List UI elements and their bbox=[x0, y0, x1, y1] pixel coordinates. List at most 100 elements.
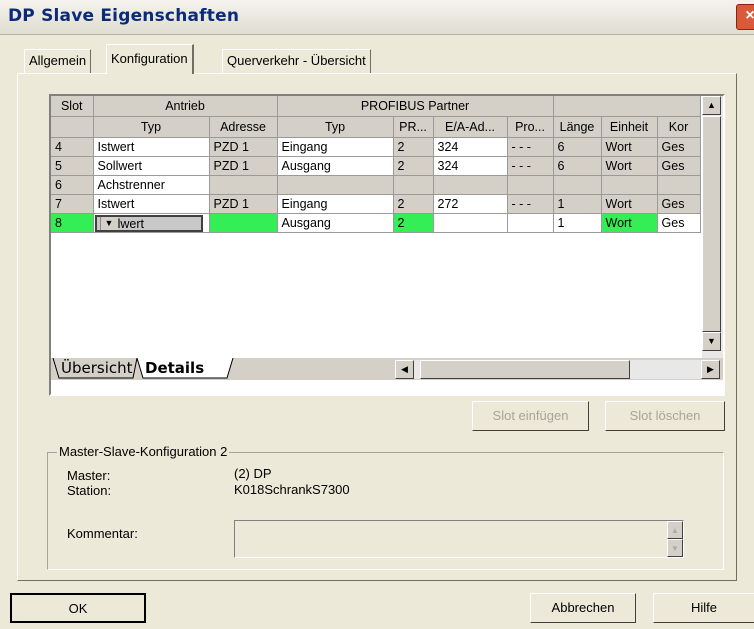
cell-typ[interactable]: Sollwert ▼ bbox=[93, 213, 210, 233]
cell-pro[interactable]: - - - bbox=[507, 194, 554, 214]
cell-einheit bbox=[601, 175, 658, 195]
col-header: Typ bbox=[93, 116, 210, 138]
cell-einheit[interactable]: Wort bbox=[601, 194, 658, 214]
cell-pr[interactable]: 2 bbox=[393, 194, 434, 214]
scroll-right-icon[interactable]: ▶ bbox=[701, 360, 720, 379]
col-header: PR... bbox=[393, 116, 434, 138]
cell-einheit[interactable]: Wort bbox=[601, 213, 658, 233]
cell-laenge[interactable]: 6 bbox=[553, 137, 602, 157]
master-label: Master: bbox=[67, 468, 111, 483]
cell-ea-adresse[interactable]: 324 bbox=[433, 156, 508, 176]
cancel-button[interactable]: Abbrechen bbox=[530, 593, 636, 623]
title-bar: DP Slave Eigenschaften × bbox=[0, 0, 754, 35]
slot-delete-button[interactable]: Slot löschen bbox=[605, 401, 725, 431]
col-header-antrieb: Antrieb bbox=[93, 96, 278, 117]
horizontal-scrollbar[interactable]: ◀ ▶ bbox=[395, 360, 720, 379]
table-row[interactable]: 5 Sollwert PZD 1 Ausgang 2 324 - - - 6 W… bbox=[51, 156, 701, 176]
sheet-tab-uebersicht[interactable]: Übersicht bbox=[61, 358, 133, 378]
group-title: Master-Slave-Konfiguration 2 bbox=[57, 444, 230, 459]
cell-slot: 8 bbox=[51, 213, 94, 233]
vertical-scrollbar[interactable]: ▲ ▼ bbox=[702, 96, 723, 358]
cell-pr[interactable]: 2 bbox=[393, 213, 434, 233]
scroll-down-icon[interactable]: ▼ bbox=[702, 332, 721, 351]
slot-insert-button[interactable]: Slot einfügen bbox=[472, 401, 589, 431]
cell-ea-adresse bbox=[433, 175, 508, 195]
cell-pr[interactable]: 2 bbox=[393, 156, 434, 176]
cell-typ[interactable]: Sollwert bbox=[93, 156, 210, 176]
master-value: (2) DP bbox=[234, 466, 272, 481]
cell-pro[interactable]: - - - bbox=[507, 137, 554, 157]
comment-field[interactable]: ▲ ▼ bbox=[234, 520, 684, 558]
cell-ea-adresse[interactable]: 272 bbox=[433, 194, 508, 214]
tab-konfiguration[interactable]: Konfiguration bbox=[106, 44, 194, 74]
cell-slot: 6 bbox=[51, 175, 94, 195]
cell-partner-typ[interactable]: Ausgang bbox=[277, 213, 394, 233]
col-header: Typ bbox=[277, 116, 394, 138]
cell-adresse[interactable]: PZD 1 bbox=[209, 137, 278, 157]
cell-typ[interactable]: Istwert bbox=[93, 137, 210, 157]
col-header-slot: Slot bbox=[51, 96, 94, 117]
window-title: DP Slave Eigenschaften bbox=[8, 6, 240, 26]
col-header-profibus: PROFIBUS Partner bbox=[277, 96, 554, 117]
cell-pro[interactable] bbox=[507, 213, 554, 233]
comment-scroll-down-icon[interactable]: ▼ bbox=[667, 539, 683, 557]
ok-button[interactable]: OK bbox=[10, 593, 146, 623]
comment-scroll-up-icon[interactable]: ▲ bbox=[667, 521, 683, 539]
cell-slot: 4 bbox=[51, 137, 94, 157]
cell-partner-typ[interactable]: Eingang bbox=[277, 137, 394, 157]
scroll-thumb[interactable] bbox=[702, 116, 721, 332]
sheet-tab-details[interactable]: Details bbox=[145, 358, 204, 378]
table-row[interactable]: 7 Istwert PZD 1 Eingang 2 272 - - - 1 Wo… bbox=[51, 194, 701, 214]
cell-einheit[interactable]: Wort bbox=[601, 156, 658, 176]
tab-querverkehr[interactable]: Querverkehr - Übersicht bbox=[222, 49, 371, 73]
chevron-down-icon[interactable]: ▼ bbox=[99, 216, 118, 230]
cell-pro bbox=[507, 175, 554, 195]
cell-kor[interactable]: Ges bbox=[657, 194, 701, 214]
typ-combobox[interactable]: Sollwert ▼ bbox=[94, 214, 203, 232]
cell-kor bbox=[657, 175, 701, 195]
table-row-selected[interactable]: 8 Sollwert ▼ Ausgang 2 1 Wort Ges bbox=[51, 213, 701, 233]
cell-pro[interactable]: - - - bbox=[507, 156, 554, 176]
cell-pr bbox=[393, 175, 434, 195]
header-row-2: Typ Adresse Typ PR... E/A-Ad... Pro... L… bbox=[51, 116, 701, 138]
cell-partner-typ bbox=[277, 175, 394, 195]
col-header: Adresse bbox=[209, 116, 278, 138]
slot-table: Slot Antrieb PROFIBUS Partner Typ Adress… bbox=[51, 96, 701, 233]
cell-adresse[interactable]: PZD 1 bbox=[209, 194, 278, 214]
close-button[interactable]: × bbox=[736, 4, 754, 30]
col-header: Pro... bbox=[507, 116, 554, 138]
cell-partner-typ[interactable]: Ausgang bbox=[277, 156, 394, 176]
station-value: K018SchrankS7300 bbox=[234, 482, 350, 497]
cell-slot: 5 bbox=[51, 156, 94, 176]
cell-typ[interactable]: Achstrenner bbox=[93, 175, 210, 195]
tab-allgemein[interactable]: Allgemein bbox=[24, 49, 92, 73]
cell-typ[interactable]: Istwert bbox=[93, 194, 210, 214]
cell-laenge bbox=[553, 175, 602, 195]
cell-slot: 7 bbox=[51, 194, 94, 214]
header-row-1: Slot Antrieb PROFIBUS Partner bbox=[51, 96, 701, 117]
cell-pr[interactable]: 2 bbox=[393, 137, 434, 157]
col-header: Kor bbox=[657, 116, 701, 138]
cell-einheit[interactable]: Wort bbox=[601, 137, 658, 157]
table-row[interactable]: 4 Istwert PZD 1 Eingang 2 324 - - - 6 Wo… bbox=[51, 137, 701, 157]
slot-grid: Slot Antrieb PROFIBUS Partner Typ Adress… bbox=[49, 94, 725, 396]
cell-laenge[interactable]: 1 bbox=[553, 213, 602, 233]
cell-laenge[interactable]: 1 bbox=[553, 194, 602, 214]
cell-partner-typ[interactable]: Eingang bbox=[277, 194, 394, 214]
cell-adresse[interactable]: PZD 1 bbox=[209, 156, 278, 176]
cell-adresse bbox=[209, 175, 278, 195]
scroll-left-icon[interactable]: ◀ bbox=[395, 360, 414, 379]
scroll-up-icon[interactable]: ▲ bbox=[702, 96, 721, 115]
scroll-thumb-horizontal[interactable] bbox=[420, 360, 630, 379]
cell-ea-adresse[interactable]: 324 bbox=[433, 137, 508, 157]
cell-kor[interactable]: Ges bbox=[657, 156, 701, 176]
comment-label: Kommentar: bbox=[67, 526, 138, 541]
cell-kor[interactable]: Ges bbox=[657, 137, 701, 157]
col-header: E/A-Ad... bbox=[433, 116, 508, 138]
cell-kor[interactable]: Ges bbox=[657, 213, 701, 233]
table-row[interactable]: 6 Achstrenner bbox=[51, 175, 701, 195]
cell-laenge[interactable]: 6 bbox=[553, 156, 602, 176]
help-button[interactable]: Hilfe bbox=[653, 593, 754, 623]
cell-adresse[interactable] bbox=[209, 213, 278, 233]
cell-ea-adresse[interactable] bbox=[433, 213, 508, 233]
